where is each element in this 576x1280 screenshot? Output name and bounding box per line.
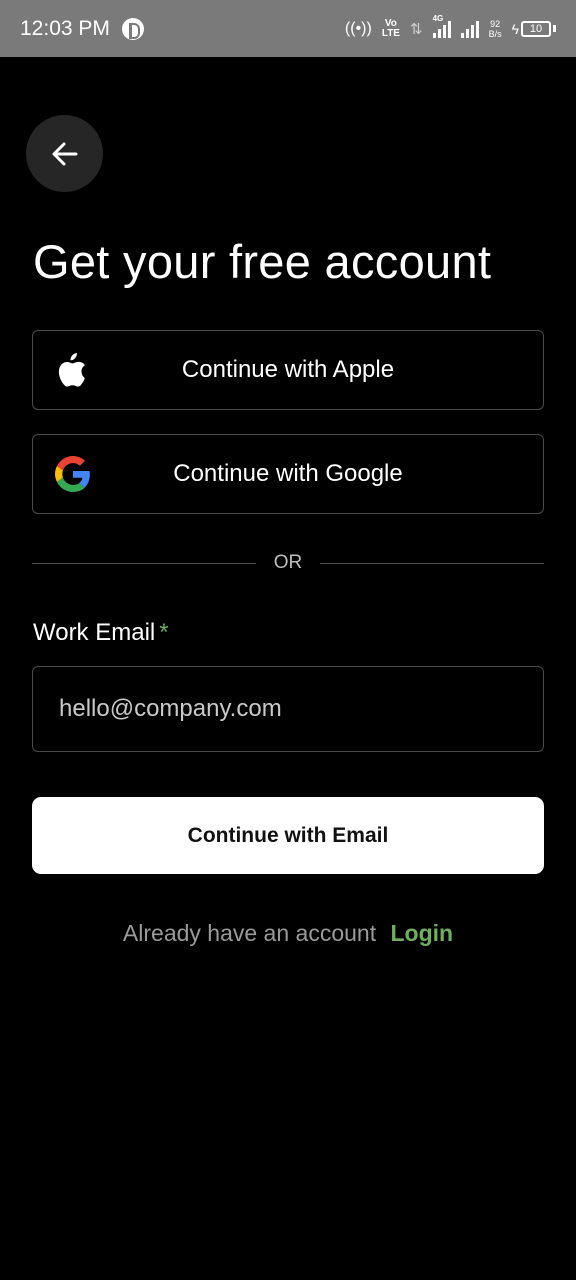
continue-with-google-button[interactable]: Continue with Google [32, 434, 544, 514]
continue-with-apple-button[interactable]: Continue with Apple [32, 330, 544, 410]
google-button-label: Continue with Google [173, 460, 403, 487]
signal-strength-icon: 4G [432, 14, 451, 38]
charging-bolt-icon: ϟ [511, 20, 519, 37]
app-notification-icon [121, 17, 144, 40]
divider-line-right [320, 562, 544, 564]
network-speed-unit: B/s [488, 28, 502, 39]
volte-bottom-text: LTE [381, 27, 400, 39]
required-marker: * [159, 619, 169, 646]
work-email-label-text: Work Email [33, 619, 156, 646]
arrow-left-icon [52, 142, 77, 165]
continue-with-email-button[interactable]: Continue with Email [32, 797, 544, 874]
network-speed-value: 92 [490, 18, 501, 29]
back-button[interactable] [26, 115, 103, 192]
divider-text: OR [273, 552, 303, 573]
volte-icon: Vo LTE [381, 17, 400, 39]
divider-line-left [32, 562, 256, 564]
apple-button-label: Continue with Apple [181, 356, 395, 383]
status-bar: 12:03 PM ((•)) Vo LTE ⇅ 4G 92 B/s ϟ 10 [0, 0, 576, 57]
battery-level: 10 [521, 20, 551, 37]
or-divider: OR [32, 548, 544, 578]
status-icons: ((•)) Vo LTE ⇅ 4G 92 B/s ϟ 10 [344, 14, 556, 39]
login-prompt-text: Already have an account [122, 920, 377, 946]
network-type-label: 4G [432, 13, 444, 23]
google-icon [55, 456, 91, 492]
work-email-input[interactable] [32, 666, 544, 752]
status-time: 12:03 PM [20, 16, 110, 40]
hotspot-icon: ((•)) [344, 19, 372, 37]
battery-indicator: ϟ 10 [511, 20, 556, 37]
network-speed: 92 B/s [489, 19, 502, 39]
volte-top-text: Vo [384, 17, 397, 29]
page-title: Get your free account [33, 235, 492, 288]
login-prompt: Already have an account Login [0, 920, 576, 947]
data-activity-icon: ⇅ [409, 20, 423, 38]
signal-strength-icon-2 [460, 20, 479, 38]
battery-tip [553, 25, 556, 32]
work-email-label: Work Email * [33, 619, 169, 647]
login-link[interactable]: Login [390, 920, 453, 946]
apple-icon [55, 351, 87, 389]
